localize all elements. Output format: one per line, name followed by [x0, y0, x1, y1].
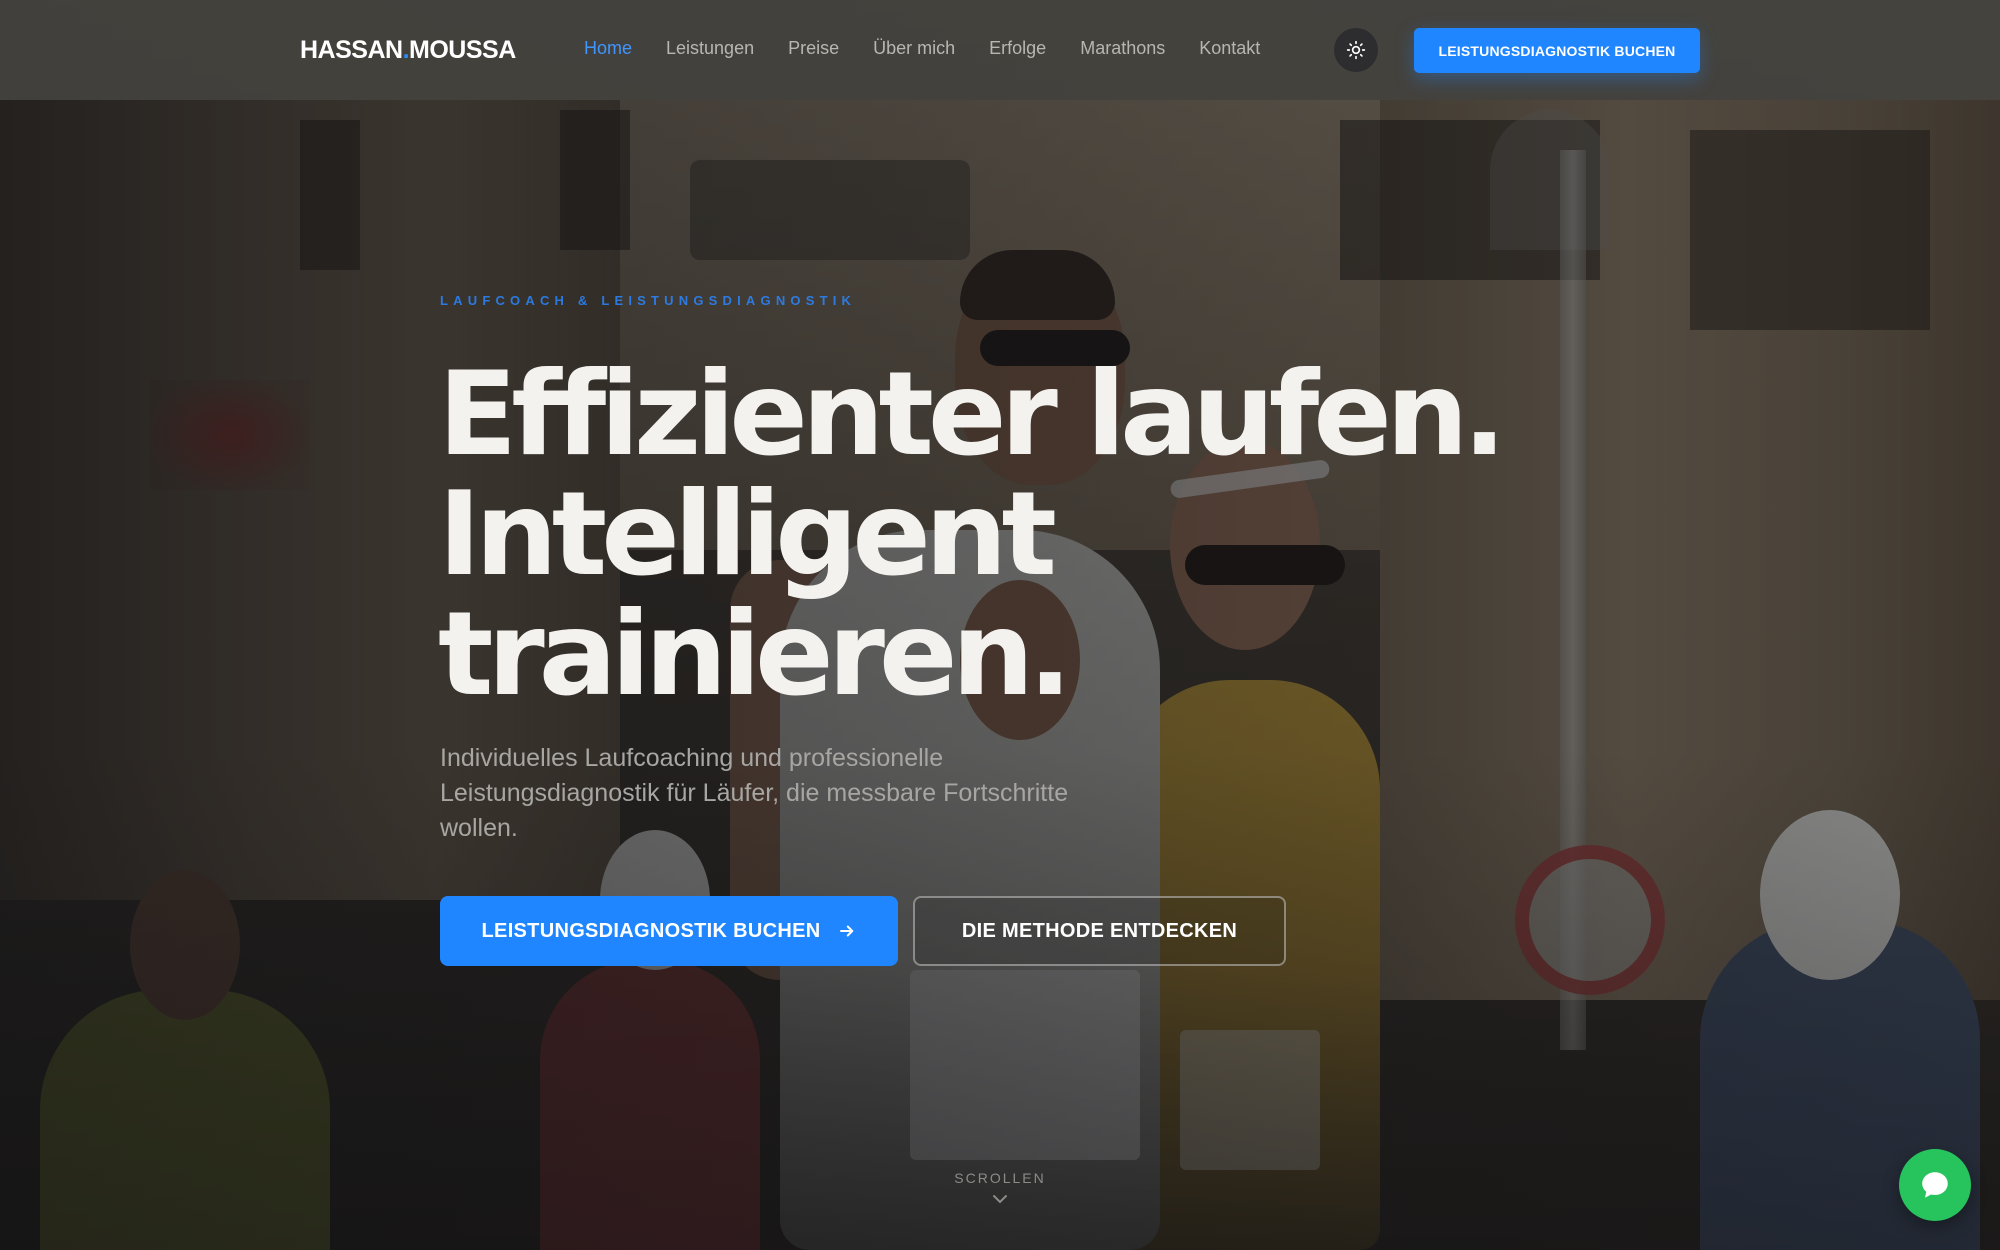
nav-book-diagnostics-button[interactable]: LEISTUNGSDIAGNOSTIK BUCHEN	[1414, 28, 1700, 73]
site-logo[interactable]: HASSAN.MOUSSA	[300, 36, 516, 65]
nav-link-erfolge[interactable]: Erfolge	[989, 38, 1046, 59]
headline-line: trainieren.	[438, 587, 1072, 722]
nav-link-leistungen[interactable]: Leistungen	[666, 38, 754, 59]
chat-bubble-icon	[1922, 1172, 1948, 1198]
logo-last-name: MOUSSA	[409, 36, 516, 64]
nav-link-marathons[interactable]: Marathons	[1080, 38, 1165, 59]
scroll-label: SCROLLEN	[954, 1170, 1046, 1186]
logo-first-name: HASSAN	[300, 36, 403, 64]
nav-link-preise[interactable]: Preise	[788, 38, 839, 59]
nav-link-home[interactable]: Home	[584, 38, 632, 59]
chat-widget-button[interactable]	[1899, 1149, 1971, 1221]
nav-link-ueber-mich[interactable]: Über mich	[873, 38, 955, 59]
discover-method-button[interactable]: DIE METHODE ENTDECKEN	[913, 896, 1286, 966]
scroll-indicator[interactable]: SCROLLEN	[900, 1170, 1100, 1206]
top-navbar: HASSAN.MOUSSA Home Leistungen Preise Übe…	[0, 0, 2000, 100]
chevron-down-icon	[993, 1195, 1007, 1204]
book-diagnostics-button[interactable]: LEISTUNGSDIAGNOSTIK BUCHEN	[440, 896, 898, 966]
headline-line: Effizienter laufen.	[438, 347, 1507, 482]
book-diagnostics-label: LEISTUNGSDIAGNOSTIK BUCHEN	[481, 919, 821, 942]
hero-eyebrow: LAUFCOACH & LEISTUNGSDIAGNOSTIK	[440, 293, 857, 308]
arrow-right-icon	[840, 925, 854, 937]
hero-subtitle: Individuelles Laufcoaching und professio…	[440, 744, 1069, 842]
hero-headline: Effizienter laufen. Intelligent trainier…	[438, 355, 1538, 715]
main-navigation: Home Leistungen Preise Über mich Erfolge…	[584, 38, 1260, 59]
headline-line: Intelligent	[438, 467, 1057, 602]
theme-toggle-button[interactable]	[1334, 28, 1378, 72]
nav-link-kontakt[interactable]: Kontakt	[1199, 38, 1260, 59]
sun-icon	[1346, 40, 1366, 60]
